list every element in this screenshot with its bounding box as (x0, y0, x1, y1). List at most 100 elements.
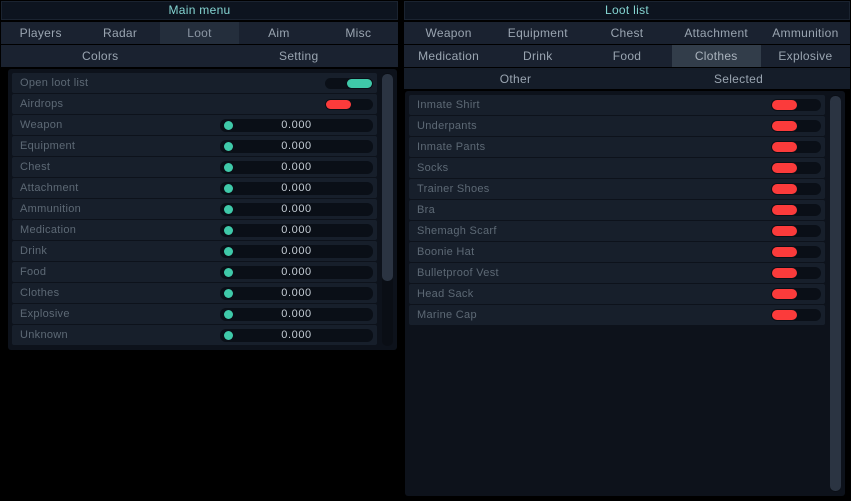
main-menu-tab-radar[interactable]: Radar (80, 22, 159, 44)
toggle-switch[interactable] (771, 183, 821, 195)
main-menu-tab-loot[interactable]: Loot (160, 22, 239, 44)
main-menu-scrollbar[interactable] (382, 73, 393, 346)
toggle-knob (772, 268, 797, 278)
value-slider[interactable]: 0.000 (220, 119, 373, 132)
main-menu-row-airdrops[interactable]: Airdrops (12, 94, 377, 114)
slider-thumb[interactable] (224, 121, 233, 130)
main-menu-tab-misc[interactable]: Misc (319, 22, 398, 44)
toggle-knob (772, 205, 797, 215)
slider-value: 0.000 (281, 224, 312, 236)
loot-item-row-underpants[interactable]: Underpants (409, 116, 825, 136)
slider-thumb[interactable] (224, 247, 233, 256)
loot-list-window: Loot list WeaponEquipmentChestAttachment… (404, 1, 850, 498)
toggle-knob (772, 142, 797, 152)
main-menu-row-equipment[interactable]: Equipment0.000 (12, 136, 377, 156)
value-slider[interactable]: 0.000 (220, 161, 373, 174)
toggle-switch[interactable] (771, 204, 821, 216)
loot-list-title[interactable]: Loot list (404, 1, 850, 20)
loot-item-row-boonie-hat[interactable]: Boonie Hat (409, 242, 825, 262)
loot-item-row-inmate-shirt[interactable]: Inmate Shirt (409, 95, 825, 115)
loot-tab-equipment[interactable]: Equipment (493, 22, 582, 44)
main-menu-settings-panel: Open loot listAirdropsWeapon0.000Equipme… (8, 69, 397, 350)
loot-tab-ammunition[interactable]: Ammunition (761, 22, 850, 44)
loot-item-row-label: Inmate Shirt (417, 99, 771, 111)
value-slider[interactable]: 0.000 (220, 203, 373, 216)
main-menu-row-unknown[interactable]: Unknown0.000 (12, 325, 377, 345)
slider-value: 0.000 (281, 203, 312, 215)
main-menu-row-food[interactable]: Food0.000 (12, 262, 377, 282)
loot-tab-explosive[interactable]: Explosive (761, 45, 850, 67)
toggle-switch[interactable] (771, 162, 821, 174)
main-menu-subtab-setting[interactable]: Setting (200, 45, 399, 67)
toggle-switch[interactable] (771, 120, 821, 132)
loot-list-tab-bar-3: OtherSelected (404, 68, 850, 89)
loot-tab-clothes[interactable]: Clothes (672, 45, 761, 67)
value-slider[interactable]: 0.000 (220, 182, 373, 195)
slider-thumb[interactable] (224, 289, 233, 298)
toggle-knob (772, 163, 797, 173)
main-menu-tab-aim[interactable]: Aim (239, 22, 318, 44)
toggle-switch[interactable] (771, 267, 821, 279)
loot-tab-attachment[interactable]: Attachment (672, 22, 761, 44)
value-slider[interactable]: 0.000 (220, 287, 373, 300)
loot-tab-other[interactable]: Other (404, 68, 627, 89)
slider-thumb[interactable] (224, 331, 233, 340)
value-slider[interactable]: 0.000 (220, 329, 373, 342)
slider-thumb[interactable] (224, 310, 233, 319)
value-slider[interactable]: 0.000 (220, 308, 373, 321)
loot-item-row-trainer-shoes[interactable]: Trainer Shoes (409, 179, 825, 199)
loot-tab-drink[interactable]: Drink (493, 45, 582, 67)
toggle-switch[interactable] (771, 225, 821, 237)
slider-thumb[interactable] (224, 205, 233, 214)
main-menu-subtab-colors[interactable]: Colors (1, 45, 200, 67)
main-menu-row-medication[interactable]: Medication 0.000 (12, 220, 377, 240)
main-menu-row-ammunition[interactable]: Ammunition0.000 (12, 199, 377, 219)
value-slider[interactable]: 0.000 (220, 245, 373, 258)
main-menu-row-explosive[interactable]: Explosive0.000 (12, 304, 377, 324)
loot-tab-food[interactable]: Food (582, 45, 671, 67)
toggle-switch[interactable] (325, 99, 373, 110)
main-menu-row-label: Chest (20, 161, 220, 173)
loot-list-scrollbar-thumb[interactable] (830, 96, 841, 491)
main-menu-row-label: Unknown (20, 329, 220, 341)
main-menu-scrollbar-thumb[interactable] (382, 74, 393, 281)
slider-thumb[interactable] (224, 163, 233, 172)
main-menu-row-drink[interactable]: Drink0.000 (12, 241, 377, 261)
slider-thumb[interactable] (224, 184, 233, 193)
main-menu-settings-list: Open loot listAirdropsWeapon0.000Equipme… (12, 73, 377, 346)
value-slider[interactable]: 0.000 (220, 266, 373, 279)
toggle-switch[interactable] (771, 141, 821, 153)
main-menu-row-label: Medication (20, 224, 220, 236)
main-menu-row-weapon[interactable]: Weapon0.000 (12, 115, 377, 135)
main-menu-row-clothes[interactable]: Clothes0.000 (12, 283, 377, 303)
slider-thumb[interactable] (224, 268, 233, 277)
loot-tab-weapon[interactable]: Weapon (404, 22, 493, 44)
loot-item-row-label: Boonie Hat (417, 246, 771, 258)
toggle-switch[interactable] (771, 246, 821, 258)
value-slider[interactable]: 0.000 (220, 224, 373, 237)
loot-item-row-socks[interactable]: Socks (409, 158, 825, 178)
loot-list-scrollbar[interactable] (830, 95, 841, 492)
main-menu-row-attachment[interactable]: Attachment0.000 (12, 178, 377, 198)
loot-tab-selected[interactable]: Selected (627, 68, 850, 89)
loot-tab-medication[interactable]: Medication (404, 45, 493, 67)
loot-item-row-marine-cap[interactable]: Marine Cap (409, 305, 825, 325)
toggle-switch[interactable] (771, 309, 821, 321)
slider-value: 0.000 (281, 119, 312, 131)
slider-thumb[interactable] (224, 226, 233, 235)
toggle-switch[interactable] (771, 99, 821, 111)
main-menu-tab-players[interactable]: Players (1, 22, 80, 44)
loot-item-row-head-sack[interactable]: Head Sack (409, 284, 825, 304)
slider-thumb[interactable] (224, 142, 233, 151)
value-slider[interactable]: 0.000 (220, 140, 373, 153)
loot-item-row-shemagh-scarf[interactable]: Shemagh Scarf (409, 221, 825, 241)
main-menu-row-chest[interactable]: Chest0.000 (12, 157, 377, 177)
loot-item-row-inmate-pants[interactable]: Inmate Pants (409, 137, 825, 157)
loot-item-row-bra[interactable]: Bra (409, 200, 825, 220)
toggle-switch[interactable] (771, 288, 821, 300)
main-menu-title[interactable]: Main menu (1, 1, 398, 20)
loot-item-row-bulletproof-vest[interactable]: Bulletproof Vest (409, 263, 825, 283)
main-menu-row-open-loot-list[interactable]: Open loot list (12, 73, 377, 93)
toggle-switch[interactable] (325, 78, 373, 89)
loot-tab-chest[interactable]: Chest (582, 22, 671, 44)
